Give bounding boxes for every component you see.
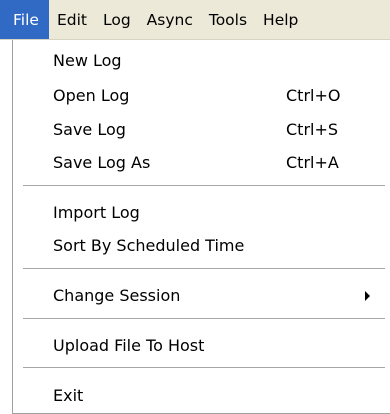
menu-async[interactable]: Async <box>139 0 201 39</box>
menu-item-label: Change Session <box>53 286 181 305</box>
submenu-arrow-icon <box>365 291 370 301</box>
menu-item-label: Exit <box>53 386 84 405</box>
menu-item-upload-file-to-host[interactable]: Upload File To Host <box>13 330 390 361</box>
menu-item-save-log-as[interactable]: Save Log As Ctrl+A <box>13 147 390 178</box>
menu-bar: File Edit Log Async Tools Help <box>0 0 390 40</box>
menu-edit[interactable]: Edit <box>49 0 95 39</box>
menu-separator <box>23 367 385 369</box>
menu-tools[interactable]: Tools <box>201 0 255 39</box>
menu-item-label: Save Log As <box>53 153 151 172</box>
menu-item-open-log[interactable]: Open Log Ctrl+O <box>13 80 390 111</box>
file-dropdown-menu: New Log Open Log Ctrl+O Save Log Ctrl+S … <box>12 40 390 414</box>
menu-item-label: Open Log <box>53 86 130 105</box>
menu-item-sort-by-scheduled-time[interactable]: Sort By Scheduled Time <box>13 230 390 261</box>
menu-item-import-log[interactable]: Import Log <box>13 197 390 228</box>
menu-item-label: New Log <box>53 51 122 70</box>
menu-item-shortcut: Ctrl+S <box>286 120 339 139</box>
menu-file[interactable]: File <box>0 0 49 39</box>
menu-item-shortcut: Ctrl+O <box>286 86 341 105</box>
menu-item-label: Save Log <box>53 120 126 139</box>
menu-item-exit[interactable]: Exit <box>13 380 390 411</box>
menu-separator <box>23 268 385 270</box>
menu-item-label: Sort By Scheduled Time <box>53 236 245 255</box>
menu-log[interactable]: Log <box>95 0 139 39</box>
menu-separator <box>23 185 385 187</box>
menu-item-shortcut: Ctrl+A <box>286 153 339 172</box>
menu-item-label: Upload File To Host <box>53 336 205 355</box>
menu-item-change-session[interactable]: Change Session <box>13 280 390 311</box>
menu-item-save-log[interactable]: Save Log Ctrl+S <box>13 114 390 145</box>
menu-help[interactable]: Help <box>255 0 306 39</box>
menu-item-new-log[interactable]: New Log <box>13 45 390 76</box>
menu-item-label: Import Log <box>53 203 140 222</box>
menu-separator <box>23 318 385 320</box>
